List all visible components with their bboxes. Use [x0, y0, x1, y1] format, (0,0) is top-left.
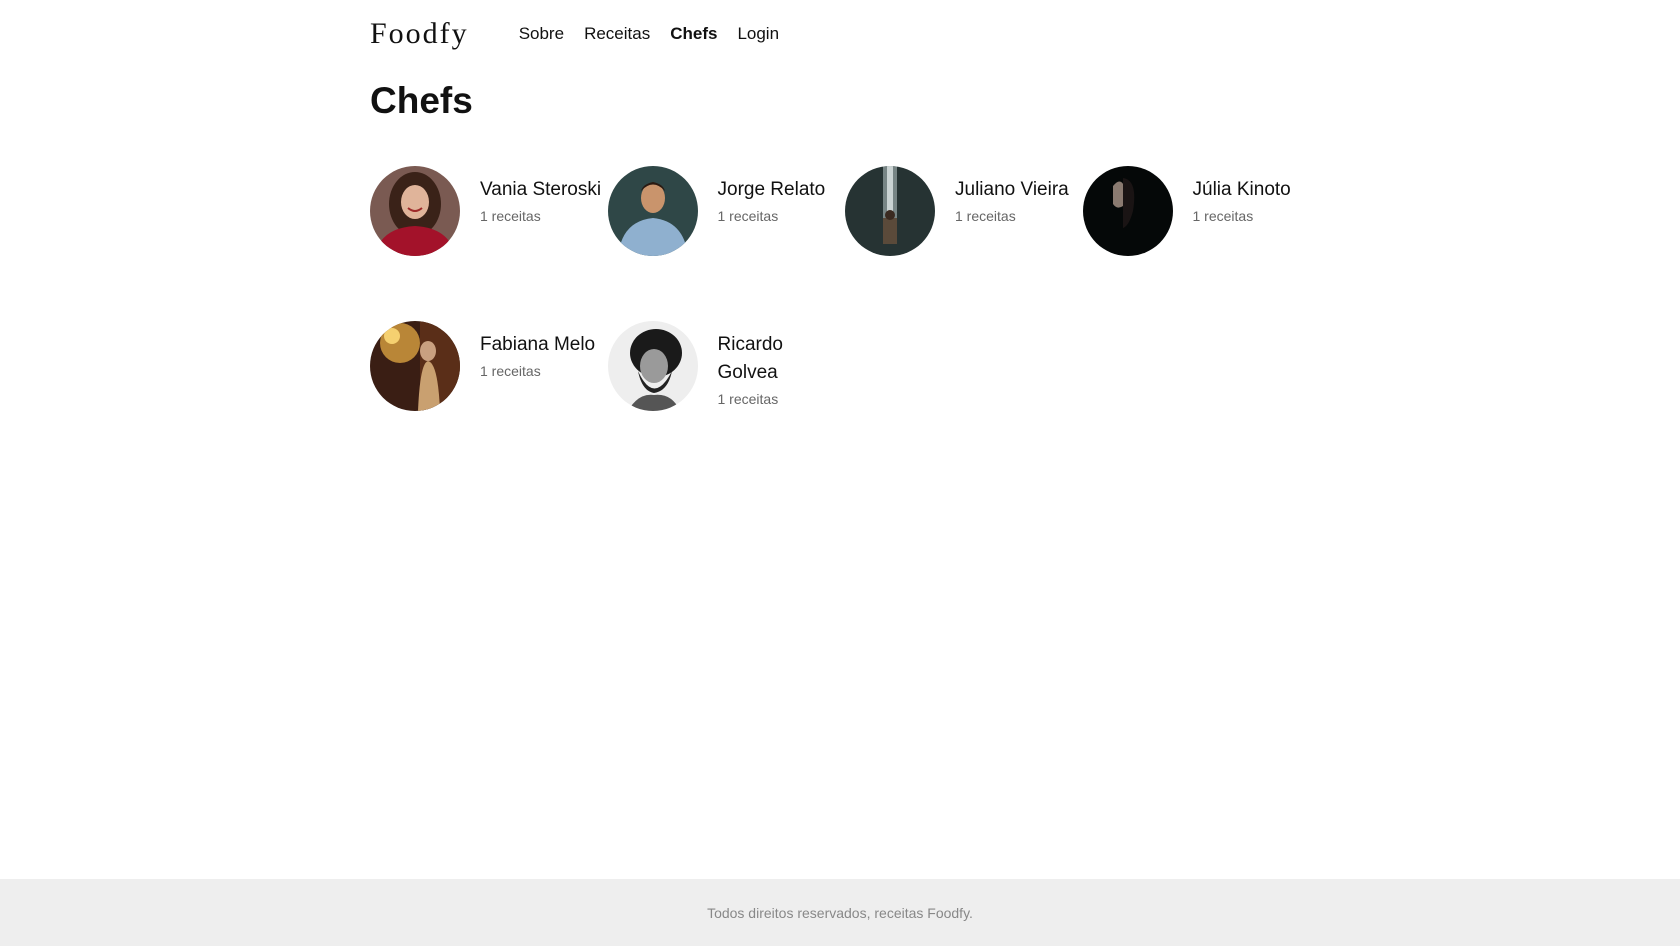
logo[interactable]: Foodfy: [370, 17, 469, 51]
chef-name: Fabiana Melo: [480, 334, 596, 355]
chef-recipe-count: 1 receitas: [480, 363, 541, 379]
chef-name: Vania Steroski: [480, 179, 602, 200]
page-title: Chefs: [370, 80, 473, 121]
site-header: Foodfy Sobre Receitas Chefs Login: [370, 10, 779, 58]
chef-avatar: [607, 321, 698, 411]
chef-card[interactable]: Juliano Vieira 1 receitas: [845, 166, 1083, 321]
chef-card[interactable]: Ricardo Golvea 1 receitas: [607, 321, 846, 476]
main-nav: Sobre Receitas Chefs Login: [519, 24, 779, 44]
chef-info: Juliano Vieira 1 receitas: [955, 166, 1083, 224]
nav-link-sobre[interactable]: Sobre: [519, 24, 564, 44]
chef-name: Júlia Kinoto: [1192, 179, 1291, 200]
chef-avatar: [370, 321, 460, 411]
nav-link-receitas[interactable]: Receitas: [584, 24, 650, 44]
page: Foodfy Sobre Receitas Chefs Login Chefs …: [0, 0, 1680, 946]
chef-avatar: [845, 166, 935, 256]
chef-name: Juliano Vieira: [955, 179, 1069, 200]
nav-link-login[interactable]: Login: [737, 24, 779, 44]
chef-info: Jorge Relato 1 receitas: [718, 166, 846, 224]
chef-card[interactable]: Vania Steroski 1 receitas: [370, 166, 608, 321]
chef-name: Ricardo Golvea: [717, 334, 783, 383]
chef-recipe-count: 1 receitas: [480, 208, 541, 224]
chef-recipe-count: 1 receitas: [1192, 208, 1254, 224]
footer-text: Todos direitos reservados, receitas Food…: [707, 904, 973, 921]
chef-recipe-count: 1 receitas: [717, 208, 779, 224]
chefs-grid: Vania Steroski 1 receitas Jorge Relato 1…: [370, 166, 1320, 476]
chef-info: Ricardo Golvea 1 receitas: [718, 321, 846, 407]
chef-avatar: [370, 166, 460, 256]
chef-avatar: [1082, 166, 1173, 256]
chef-avatar: [607, 166, 698, 256]
chef-card[interactable]: Jorge Relato 1 receitas: [607, 166, 846, 321]
chef-recipe-count: 1 receitas: [717, 391, 779, 407]
chef-card[interactable]: Júlia Kinoto 1 receitas: [1082, 166, 1321, 321]
chef-name: Jorge Relato: [717, 179, 826, 200]
chef-recipe-count: 1 receitas: [955, 208, 1016, 224]
chef-info: Fabiana Melo 1 receitas: [480, 321, 608, 379]
nav-link-chefs[interactable]: Chefs: [670, 24, 717, 44]
chef-info: Júlia Kinoto 1 receitas: [1193, 166, 1321, 224]
chef-info: Vania Steroski 1 receitas: [480, 166, 608, 224]
site-footer: Todos direitos reservados, receitas Food…: [0, 879, 1680, 946]
chef-card[interactable]: Fabiana Melo 1 receitas: [370, 321, 608, 476]
